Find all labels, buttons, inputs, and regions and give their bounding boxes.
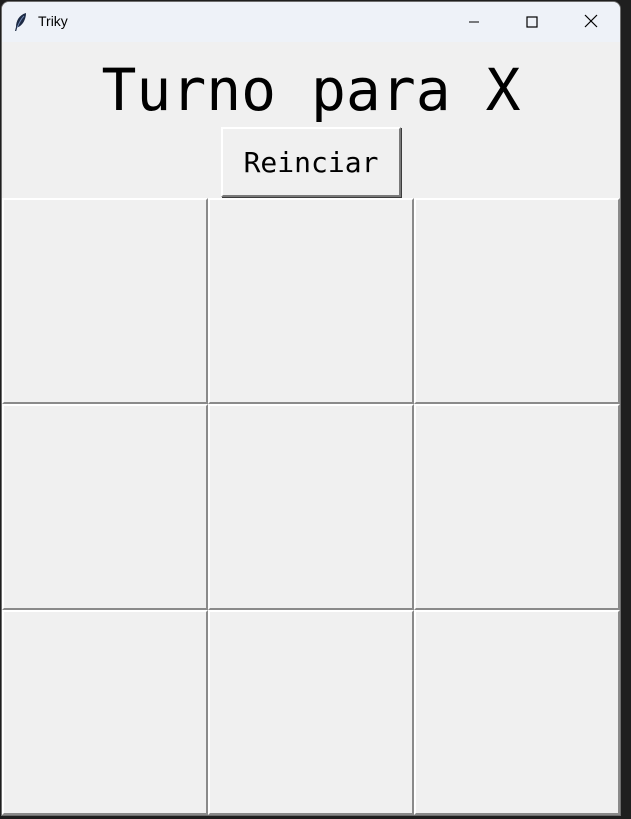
close-icon — [584, 13, 598, 32]
game-board — [2, 198, 620, 815]
window-title: Triky — [38, 13, 68, 29]
minimize-icon — [468, 13, 480, 32]
reset-button[interactable]: Reinciar — [221, 127, 401, 197]
minimize-button[interactable] — [445, 2, 503, 42]
app-window: Triky Turno para X Reinciar — [2, 2, 620, 815]
background-editor-strip — [620, 0, 631, 819]
feather-icon — [13, 12, 29, 32]
close-button[interactable] — [562, 2, 620, 42]
board-cell-0-1[interactable] — [208, 198, 414, 404]
board-cell-2-1[interactable] — [208, 610, 414, 815]
title-bar[interactable]: Triky — [2, 2, 620, 42]
maximize-icon — [526, 13, 538, 32]
board-cell-1-1[interactable] — [208, 404, 414, 610]
maximize-button[interactable] — [503, 2, 561, 42]
board-cell-1-2[interactable] — [414, 404, 620, 610]
board-cell-0-2[interactable] — [414, 198, 620, 404]
board-cell-1-0[interactable] — [2, 404, 208, 610]
turn-status-label: Turno para X — [101, 56, 521, 124]
board-cell-0-0[interactable] — [2, 198, 208, 404]
board-cell-2-0[interactable] — [2, 610, 208, 815]
board-cell-2-2[interactable] — [414, 610, 620, 815]
